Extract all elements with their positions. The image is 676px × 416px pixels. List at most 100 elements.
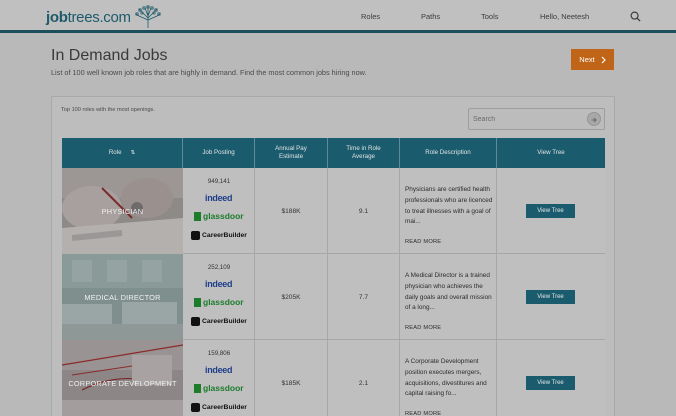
next-label: Next bbox=[579, 55, 595, 64]
role-description: A Medical Director is a trained physicia… bbox=[405, 272, 492, 312]
site-logo[interactable]: jobtrees.com bbox=[46, 5, 163, 28]
nav-tools[interactable]: Tools bbox=[481, 12, 499, 21]
read-more-link[interactable]: READ MORE bbox=[405, 325, 441, 331]
view-tree-cell: View Tree bbox=[497, 254, 605, 339]
arrow-right-icon bbox=[591, 117, 597, 123]
indeed-link[interactable]: indeed bbox=[205, 365, 233, 375]
job-posting-cell: 252,109 indeed glassdoor CareerBuilder bbox=[183, 254, 255, 339]
column-header-job-posting: Job Posting bbox=[183, 138, 255, 168]
careerbuilder-label: CareerBuilder bbox=[202, 404, 247, 411]
next-button[interactable]: Next bbox=[571, 49, 614, 70]
description-cell: A Medical Director is a trained physicia… bbox=[400, 254, 497, 339]
glassdoor-link[interactable]: glassdoor bbox=[194, 211, 244, 221]
careerbuilder-link[interactable]: CareerBuilder bbox=[191, 231, 247, 240]
time-cell: 7.7 bbox=[328, 254, 400, 339]
pay-cell: $185K bbox=[255, 340, 328, 416]
glassdoor-icon bbox=[194, 383, 201, 393]
indeed-link[interactable]: indeed bbox=[205, 193, 233, 203]
time-cell: 9.1 bbox=[328, 168, 400, 253]
careerbuilder-icon bbox=[191, 317, 200, 326]
nav-roles[interactable]: Roles bbox=[361, 12, 380, 21]
role-cell[interactable]: CORPORATE DEVELOPMENT bbox=[62, 340, 183, 416]
job-posting-cell: 949,141 indeed glassdoor CareerBuilder bbox=[183, 168, 255, 253]
description-cell: A Corporate Development position execute… bbox=[400, 340, 497, 416]
table-search bbox=[468, 108, 605, 130]
search-icon[interactable] bbox=[630, 11, 641, 22]
column-header-description: Role Description bbox=[400, 138, 497, 168]
indeed-link[interactable]: indeed bbox=[205, 279, 233, 289]
column-header-time: Time in Role Average bbox=[328, 138, 400, 168]
read-more-link[interactable]: READ MORE bbox=[405, 411, 441, 416]
careerbuilder-icon bbox=[191, 231, 200, 240]
glassdoor-label: glassdoor bbox=[203, 297, 244, 307]
pay-value: $188K bbox=[281, 208, 301, 215]
column-label: Role bbox=[108, 149, 122, 156]
role-description: Physicians are certified health professi… bbox=[405, 186, 493, 226]
careerbuilder-icon bbox=[191, 403, 200, 412]
nav-user-greeting[interactable]: Hello, Neetesh bbox=[540, 12, 589, 21]
table-row: PHYSICIAN 949,141 indeed glassdoor Caree… bbox=[62, 168, 605, 254]
page-subtitle: List of 100 well known job roles that ar… bbox=[51, 68, 367, 77]
search-input[interactable] bbox=[473, 113, 583, 125]
posting-count: 949,141 bbox=[207, 178, 231, 185]
glassdoor-icon bbox=[194, 297, 201, 307]
logo-text: jobtrees.com bbox=[46, 9, 131, 26]
sort-icon[interactable]: ⇅ bbox=[131, 149, 136, 157]
pay-cell: $188K bbox=[255, 168, 328, 253]
time-value: 9.1 bbox=[358, 208, 369, 215]
role-description: A Corporate Development position execute… bbox=[405, 358, 487, 398]
time-value: 2.1 bbox=[358, 380, 369, 387]
pay-cell: $205K bbox=[255, 254, 328, 339]
careerbuilder-label: CareerBuilder bbox=[202, 232, 247, 239]
posting-count: 252,109 bbox=[207, 264, 231, 271]
view-tree-button[interactable]: View Tree bbox=[526, 204, 575, 218]
glassdoor-label: glassdoor bbox=[203, 383, 244, 393]
table-row: CORPORATE DEVELOPMENT 159,806 indeed gla… bbox=[62, 340, 605, 416]
column-header-view-tree: View Tree bbox=[497, 138, 605, 168]
page-title: In Demand Jobs bbox=[51, 47, 168, 64]
nav-divider bbox=[0, 30, 676, 33]
pay-value: $185K bbox=[281, 380, 301, 387]
time-value: 7.7 bbox=[358, 294, 369, 301]
role-name: MEDICAL DIRECTOR bbox=[84, 293, 161, 302]
role-cell[interactable]: MEDICAL DIRECTOR bbox=[62, 254, 183, 340]
table-header: Role ⇅ Job Posting Annual Pay Estimate T… bbox=[62, 138, 605, 168]
job-posting-cell: 159,806 indeed glassdoor CareerBuilder bbox=[183, 340, 255, 416]
careerbuilder-label: CareerBuilder bbox=[202, 318, 247, 325]
careerbuilder-link[interactable]: CareerBuilder bbox=[191, 317, 247, 326]
column-label: Role Description bbox=[425, 149, 471, 156]
role-name: PHYSICIAN bbox=[101, 207, 144, 216]
chevron-right-icon bbox=[601, 56, 606, 63]
table-row: MEDICAL DIRECTOR 252,109 indeed glassdoo… bbox=[62, 254, 605, 340]
corporate-development-photo bbox=[62, 340, 183, 416]
jobs-table: Role ⇅ Job Posting Annual Pay Estimate T… bbox=[62, 138, 605, 416]
careerbuilder-link[interactable]: CareerBuilder bbox=[191, 403, 247, 412]
search-submit-button[interactable] bbox=[587, 112, 601, 126]
tree-logo-icon bbox=[134, 5, 161, 28]
role-cell[interactable]: PHYSICIAN bbox=[62, 168, 183, 254]
view-tree-button[interactable]: View Tree bbox=[526, 376, 575, 390]
glassdoor-label: glassdoor bbox=[203, 211, 244, 221]
jobs-panel: Top 100 roles with the most openings. Ro… bbox=[51, 96, 615, 416]
nav-paths[interactable]: Paths bbox=[421, 12, 440, 21]
description-cell: Physicians are certified health professi… bbox=[400, 168, 497, 253]
panel-caption: Top 100 roles with the most openings. bbox=[61, 107, 155, 113]
pay-value: $205K bbox=[281, 294, 301, 301]
glassdoor-icon bbox=[194, 211, 201, 221]
column-label: Annual Pay Estimate bbox=[275, 145, 307, 160]
column-label: Time in Role Average bbox=[346, 145, 381, 160]
read-more-link[interactable]: READ MORE bbox=[405, 239, 441, 245]
column-label: View Tree bbox=[537, 149, 565, 156]
view-tree-cell: View Tree bbox=[497, 340, 605, 416]
role-name: CORPORATE DEVELOPMENT bbox=[68, 379, 177, 388]
glassdoor-link[interactable]: glassdoor bbox=[194, 383, 244, 393]
posting-count: 159,806 bbox=[207, 350, 231, 357]
view-tree-button[interactable]: View Tree bbox=[526, 290, 575, 304]
glassdoor-link[interactable]: glassdoor bbox=[194, 297, 244, 307]
top-nav-bar: jobtrees.com Roles Paths Tools Hello, Ne… bbox=[0, 0, 676, 31]
view-tree-cell: View Tree bbox=[497, 168, 605, 253]
time-cell: 2.1 bbox=[328, 340, 400, 416]
column-header-pay: Annual Pay Estimate bbox=[255, 138, 328, 168]
column-label: Job Posting bbox=[202, 149, 235, 156]
column-header-role[interactable]: Role ⇅ bbox=[62, 138, 183, 168]
